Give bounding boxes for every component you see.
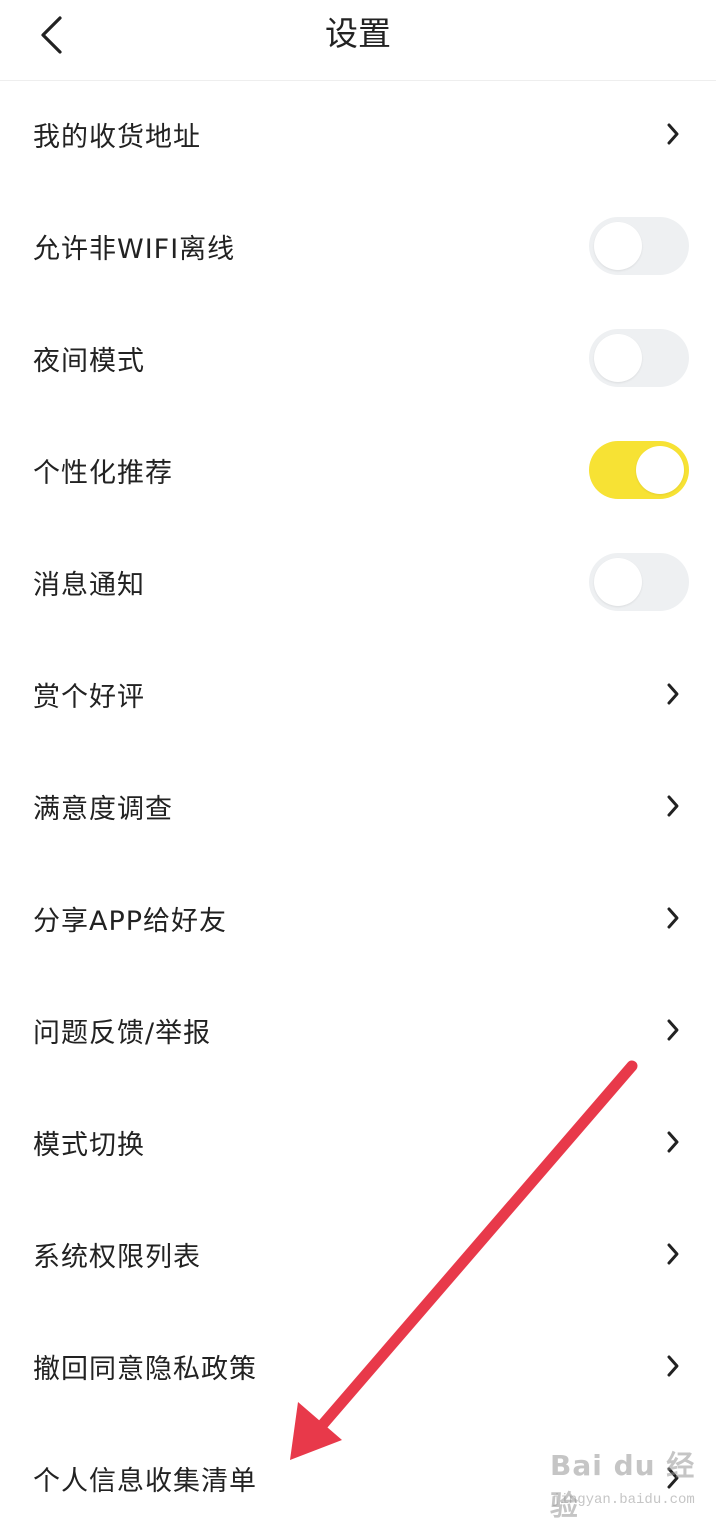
settings-row[interactable]: 允许非WIFI离线	[0, 190, 716, 302]
settings-row-label: 系统权限列表	[33, 1241, 201, 1273]
header-bar: 设置	[0, 0, 716, 81]
settings-row-label: 满意度调查	[33, 793, 173, 825]
settings-row[interactable]: 消息通知	[0, 526, 716, 638]
settings-row-label: 消息通知	[33, 569, 145, 601]
chevron-right-icon	[667, 795, 679, 817]
settings-row[interactable]: 个人信息收集清单	[0, 1422, 716, 1534]
settings-row[interactable]: 模式切换	[0, 1086, 716, 1198]
settings-row-label: 夜间模式	[33, 345, 145, 377]
settings-row[interactable]: 问题反馈/举报	[0, 974, 716, 1086]
toggle-knob	[594, 222, 642, 270]
settings-row-label: 我的收货地址	[33, 121, 201, 153]
chevron-right-icon	[667, 1467, 679, 1489]
settings-row-label: 个人信息收集清单	[33, 1465, 257, 1497]
settings-row[interactable]: 夜间模式	[0, 302, 716, 414]
chevron-right-icon	[667, 1131, 679, 1153]
toggle-knob	[594, 558, 642, 606]
settings-row-label: 问题反馈/举报	[33, 1017, 212, 1049]
toggle-switch[interactable]	[589, 553, 689, 611]
chevron-right-icon	[667, 123, 679, 145]
settings-row[interactable]: 分享APP给好友	[0, 862, 716, 974]
settings-row-label: 个性化推荐	[33, 457, 173, 489]
chevron-right-icon	[667, 1355, 679, 1377]
page-title: 设置	[325, 14, 391, 53]
chevron-right-icon	[667, 1019, 679, 1041]
settings-row-label: 撤回同意隐私政策	[33, 1353, 257, 1385]
settings-row[interactable]: 系统权限列表	[0, 1198, 716, 1310]
toggle-switch[interactable]	[589, 217, 689, 275]
chevron-right-icon	[667, 907, 679, 929]
settings-row[interactable]: 个性化推荐	[0, 414, 716, 526]
settings-row-label: 模式切换	[33, 1129, 145, 1161]
settings-row[interactable]: 撤回同意隐私政策	[0, 1310, 716, 1422]
settings-list: 我的收货地址允许非WIFI离线 夜间模式个性化推荐消息通知赏个好评满意度调查分享A…	[0, 78, 716, 1534]
settings-row-label: 允许非WIFI离线	[33, 233, 236, 265]
chevron-right-icon	[667, 683, 679, 705]
settings-row[interactable]: 满意度调查	[0, 750, 716, 862]
settings-row[interactable]: 赏个好评	[0, 638, 716, 750]
toggle-knob	[594, 334, 642, 382]
toggle-switch[interactable]	[589, 329, 689, 387]
settings-row-label: 赏个好评	[33, 681, 145, 713]
settings-row-label: 分享APP给好友	[33, 905, 228, 937]
settings-row[interactable]: 我的收货地址	[0, 78, 716, 190]
toggle-switch[interactable]	[589, 441, 689, 499]
chevron-right-icon	[667, 1243, 679, 1265]
toggle-knob	[636, 446, 684, 494]
